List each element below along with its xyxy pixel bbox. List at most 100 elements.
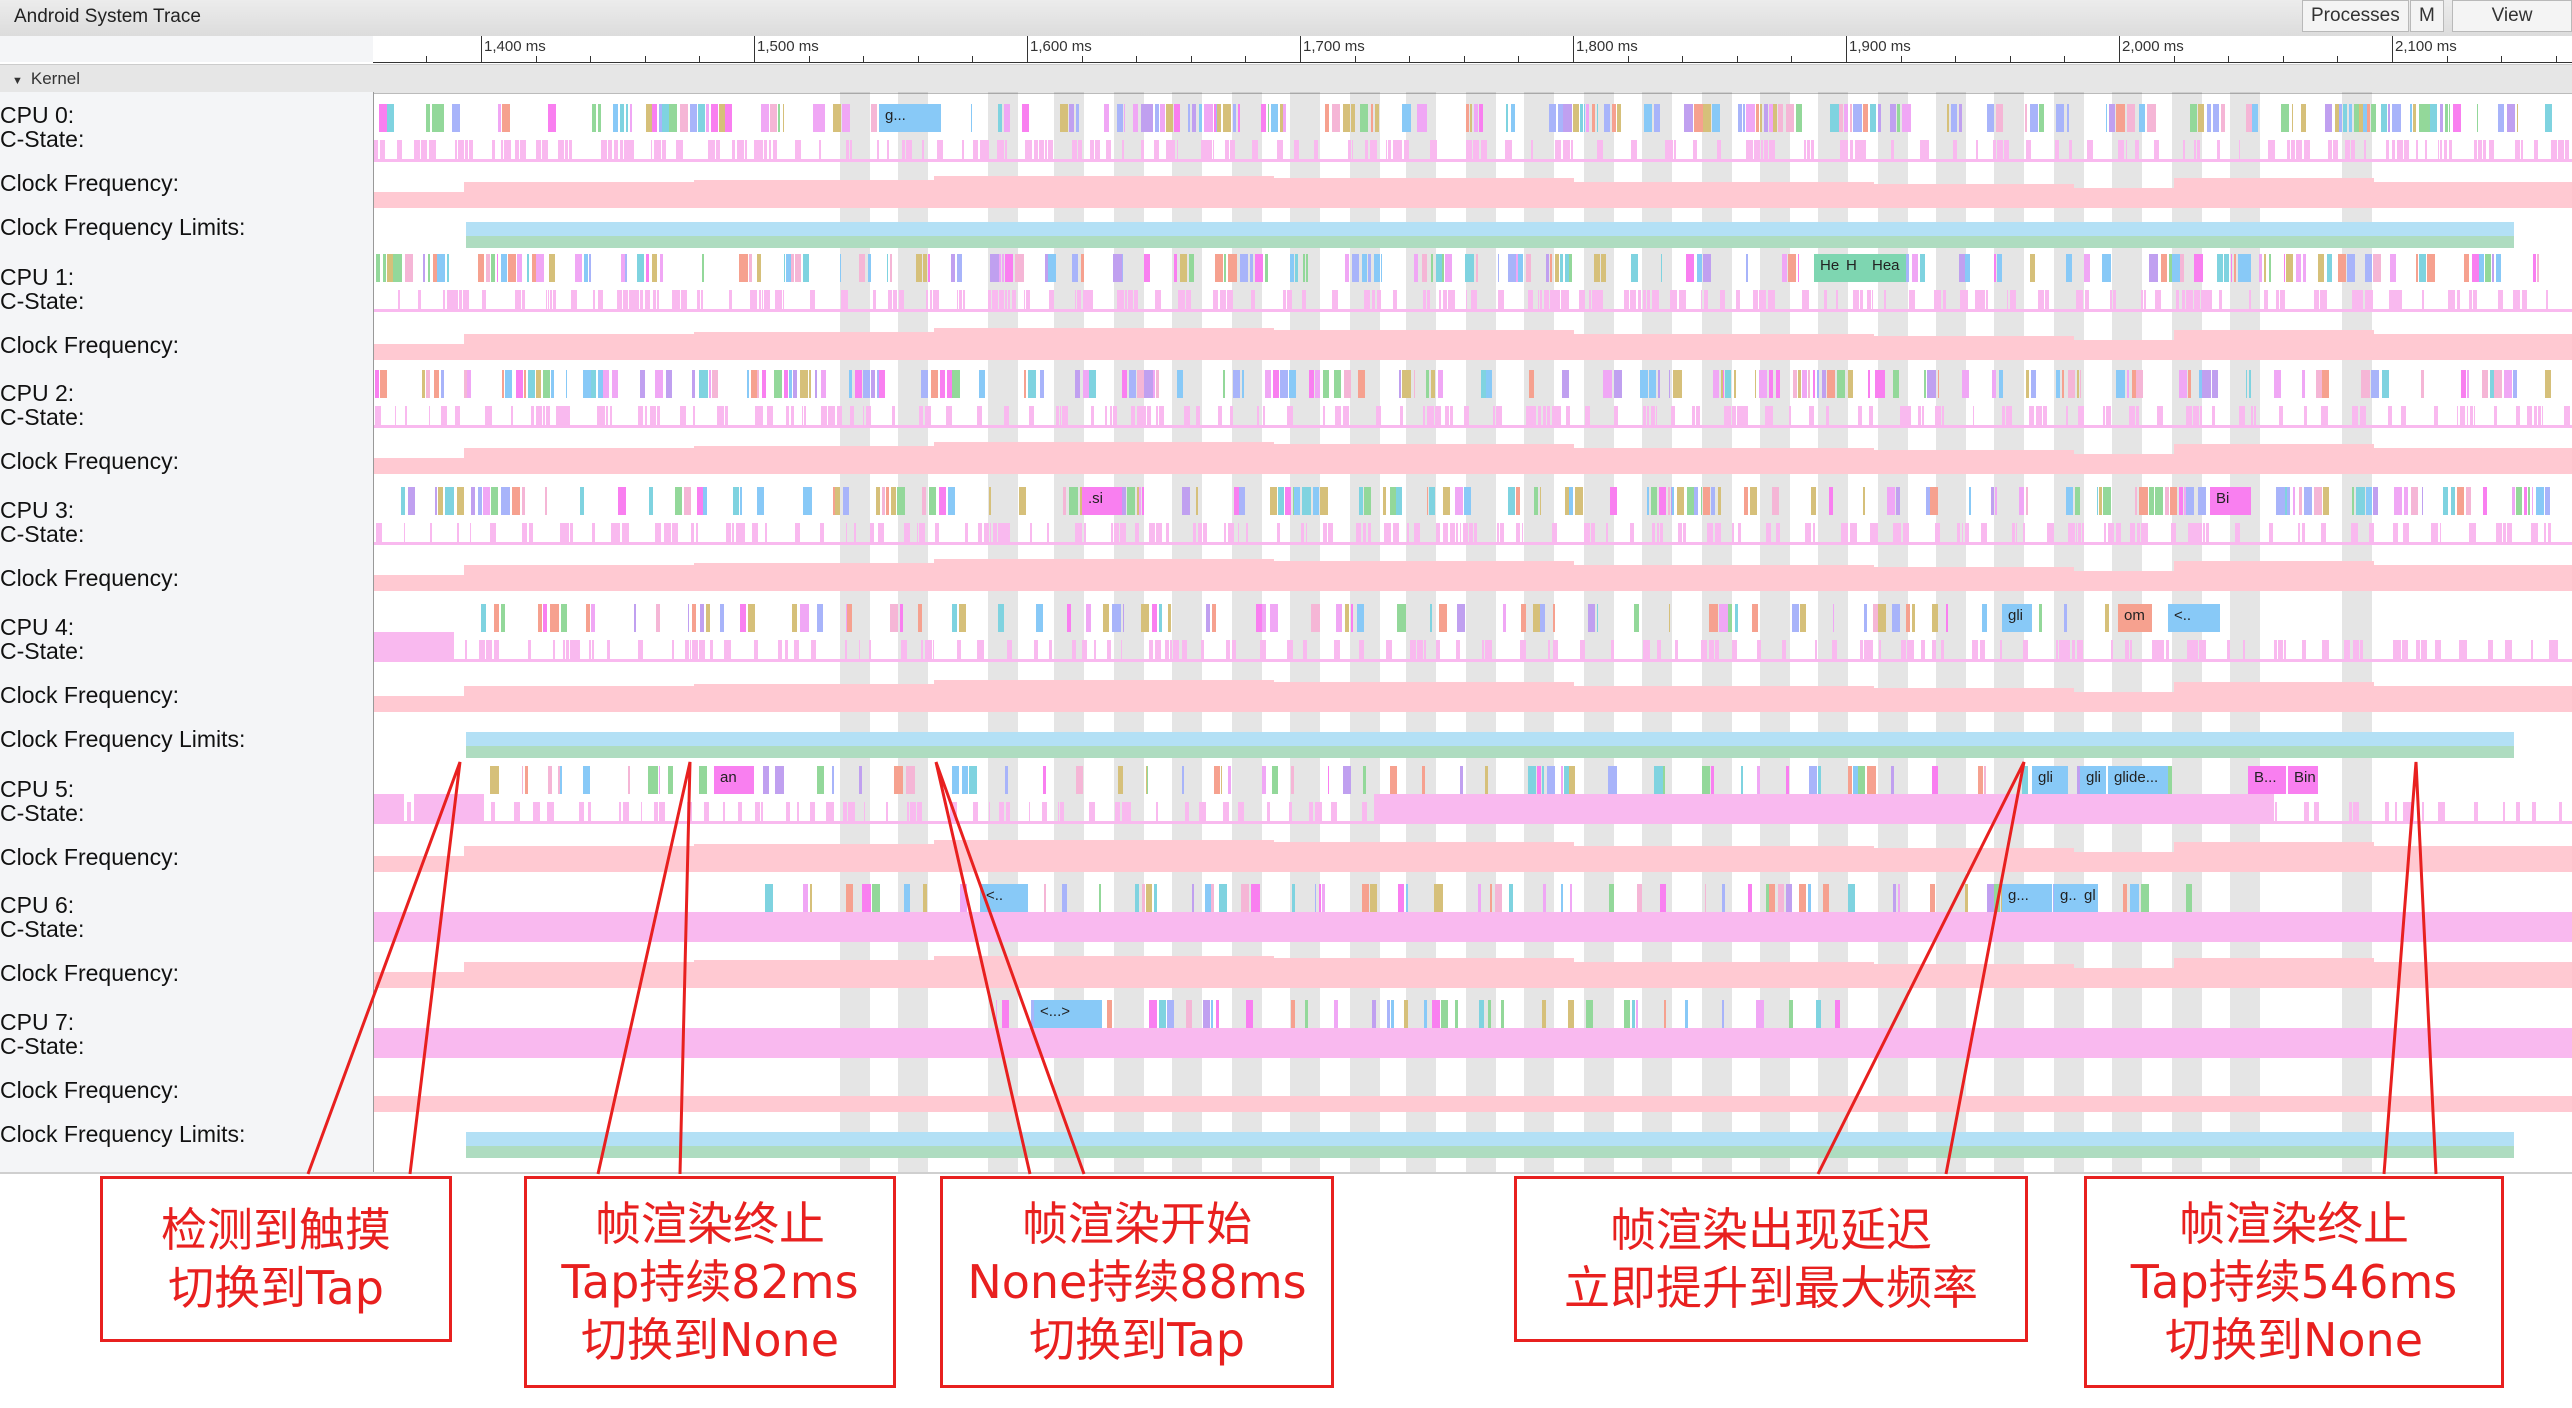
cpu-slice[interactable]	[549, 254, 555, 282]
cpu-slice[interactable]	[793, 370, 797, 398]
labeled-slice-cpu5[interactable]: Bin	[2288, 766, 2318, 794]
cpu-slice[interactable]	[1984, 766, 1986, 794]
cpu-slice[interactable]	[1995, 487, 1997, 515]
cpu-slice[interactable]	[1508, 487, 1515, 515]
cpu-slice[interactable]	[1697, 254, 1702, 282]
cpu-slice[interactable]	[906, 766, 915, 794]
cpu-slice[interactable]	[2274, 370, 2281, 398]
cpu-slice[interactable]	[2149, 487, 2154, 515]
cpu-slice[interactable]	[1154, 884, 1157, 912]
cpu-slice[interactable]	[1479, 104, 1483, 132]
cpu-slice[interactable]	[847, 604, 852, 632]
cpu-slice[interactable]	[725, 104, 732, 132]
cpu-slice[interactable]	[1127, 487, 1135, 515]
cpu-slice[interactable]	[1702, 766, 1710, 794]
cpu-slice[interactable]	[1295, 254, 1298, 282]
cpu-slice[interactable]	[882, 487, 885, 515]
cpu-slice[interactable]	[1219, 884, 1227, 912]
cpu-slice[interactable]	[669, 104, 677, 132]
cpu-slice[interactable]	[1283, 104, 1286, 132]
cpu-slice[interactable]	[498, 104, 501, 132]
cpu-slice[interactable]	[1022, 104, 1029, 132]
cpu-slice[interactable]	[426, 104, 430, 132]
cpu-slice[interactable]	[2466, 487, 2471, 515]
cpu-slice[interactable]	[2381, 104, 2387, 132]
cpu-slice[interactable]	[1746, 254, 1748, 282]
cpu-slice[interactable]	[1067, 604, 1071, 632]
cpu-slice[interactable]	[1358, 370, 1365, 398]
cpu-slice[interactable]	[2467, 370, 2469, 398]
cpu-slice[interactable]	[1040, 370, 1044, 398]
cpu-slice[interactable]	[1793, 370, 1797, 398]
cpu-slice[interactable]	[1563, 104, 1572, 132]
cpu-slice[interactable]	[1705, 884, 1706, 912]
cpu-slice[interactable]	[1280, 370, 1288, 398]
cpu-slice[interactable]	[1951, 104, 1957, 132]
cpu-slice[interactable]	[900, 604, 903, 632]
cpu-slice[interactable]	[1769, 884, 1775, 912]
cpu-slice[interactable]	[871, 370, 875, 398]
cpu-slice[interactable]	[1485, 766, 1488, 794]
cpu-slice[interactable]	[1649, 370, 1656, 398]
cpu-slice[interactable]	[1268, 104, 1269, 132]
cpu-slice[interactable]	[1107, 1000, 1112, 1028]
cpu-slice[interactable]	[2516, 487, 2522, 515]
cpu-slice[interactable]	[1660, 884, 1666, 912]
cpu-slice[interactable]	[2259, 254, 2262, 282]
cpu-slice[interactable]	[1323, 370, 1329, 398]
cpu-slice[interactable]	[1404, 1000, 1408, 1028]
cpu-slice[interactable]	[668, 766, 673, 794]
cpu-slice[interactable]	[962, 766, 968, 794]
cpu-slice[interactable]	[1174, 254, 1177, 282]
cpu-slice[interactable]	[1760, 104, 1762, 132]
labeled-slice-cpu1[interactable]: He	[1814, 254, 1840, 282]
cpu-slice[interactable]	[2276, 487, 2285, 515]
cpu-slice[interactable]	[2130, 884, 2139, 912]
cpu-slice[interactable]	[684, 487, 691, 515]
cpu-slice[interactable]	[1597, 104, 1598, 132]
cpu-slice[interactable]	[1431, 254, 1433, 282]
labeled-slice-cpu5[interactable]: glide...	[2108, 766, 2168, 794]
cpu-slice[interactable]	[2373, 487, 2378, 515]
cpu-slice[interactable]	[1004, 104, 1010, 132]
cpu-slice[interactable]	[517, 254, 522, 282]
cpu-slice[interactable]	[931, 370, 938, 398]
cpu-slice[interactable]	[1569, 487, 1573, 515]
cpu-slice[interactable]	[692, 370, 695, 398]
cpu-slice[interactable]	[551, 370, 554, 398]
cpu-slice[interactable]	[1135, 884, 1139, 912]
cpu-slice[interactable]	[2165, 487, 2169, 515]
cpu-slice[interactable]	[1142, 884, 1145, 912]
cpu-slice[interactable]	[1086, 604, 1091, 632]
cpu-slice[interactable]	[1624, 1000, 1630, 1028]
cpu-slice[interactable]	[1381, 254, 1382, 282]
cpu-slice[interactable]	[846, 884, 853, 912]
cpu-slice[interactable]	[1272, 766, 1278, 794]
labeled-slice-cpu5[interactable]: B...	[2248, 766, 2286, 794]
cpu-slice[interactable]	[1427, 487, 1428, 515]
cpu-slice[interactable]	[1811, 487, 1816, 515]
cpu-slice[interactable]	[1141, 104, 1148, 132]
cpu-slice[interactable]	[2304, 487, 2312, 515]
cpu-slice[interactable]	[2509, 104, 2515, 132]
cpu-slice[interactable]	[1809, 766, 1817, 794]
cpu-slice[interactable]	[2064, 604, 2067, 632]
cpu-slice[interactable]	[434, 370, 439, 398]
cpu-slice[interactable]	[2528, 487, 2530, 515]
cpu-slice[interactable]	[1189, 254, 1194, 282]
cpu-slice[interactable]	[1898, 884, 1900, 912]
cpu-slice[interactable]	[763, 766, 769, 794]
cpu-slice[interactable]	[2155, 487, 2163, 515]
cpu-slice[interactable]	[2504, 370, 2512, 398]
cpu-slice[interactable]	[957, 254, 962, 282]
cpu-slice[interactable]	[2292, 104, 2293, 132]
cpu-slice[interactable]	[2492, 254, 2494, 282]
cpu-slice[interactable]	[2303, 254, 2306, 282]
cpu-slice[interactable]	[655, 370, 663, 398]
cpu-slice[interactable]	[1759, 370, 1767, 398]
cpu-slice[interactable]	[566, 370, 567, 398]
cpu-slice[interactable]	[626, 104, 628, 132]
cpu-slice[interactable]	[1756, 1000, 1764, 1028]
cpu-slice[interactable]	[1526, 254, 1531, 282]
cpu-slice[interactable]	[1113, 254, 1122, 282]
